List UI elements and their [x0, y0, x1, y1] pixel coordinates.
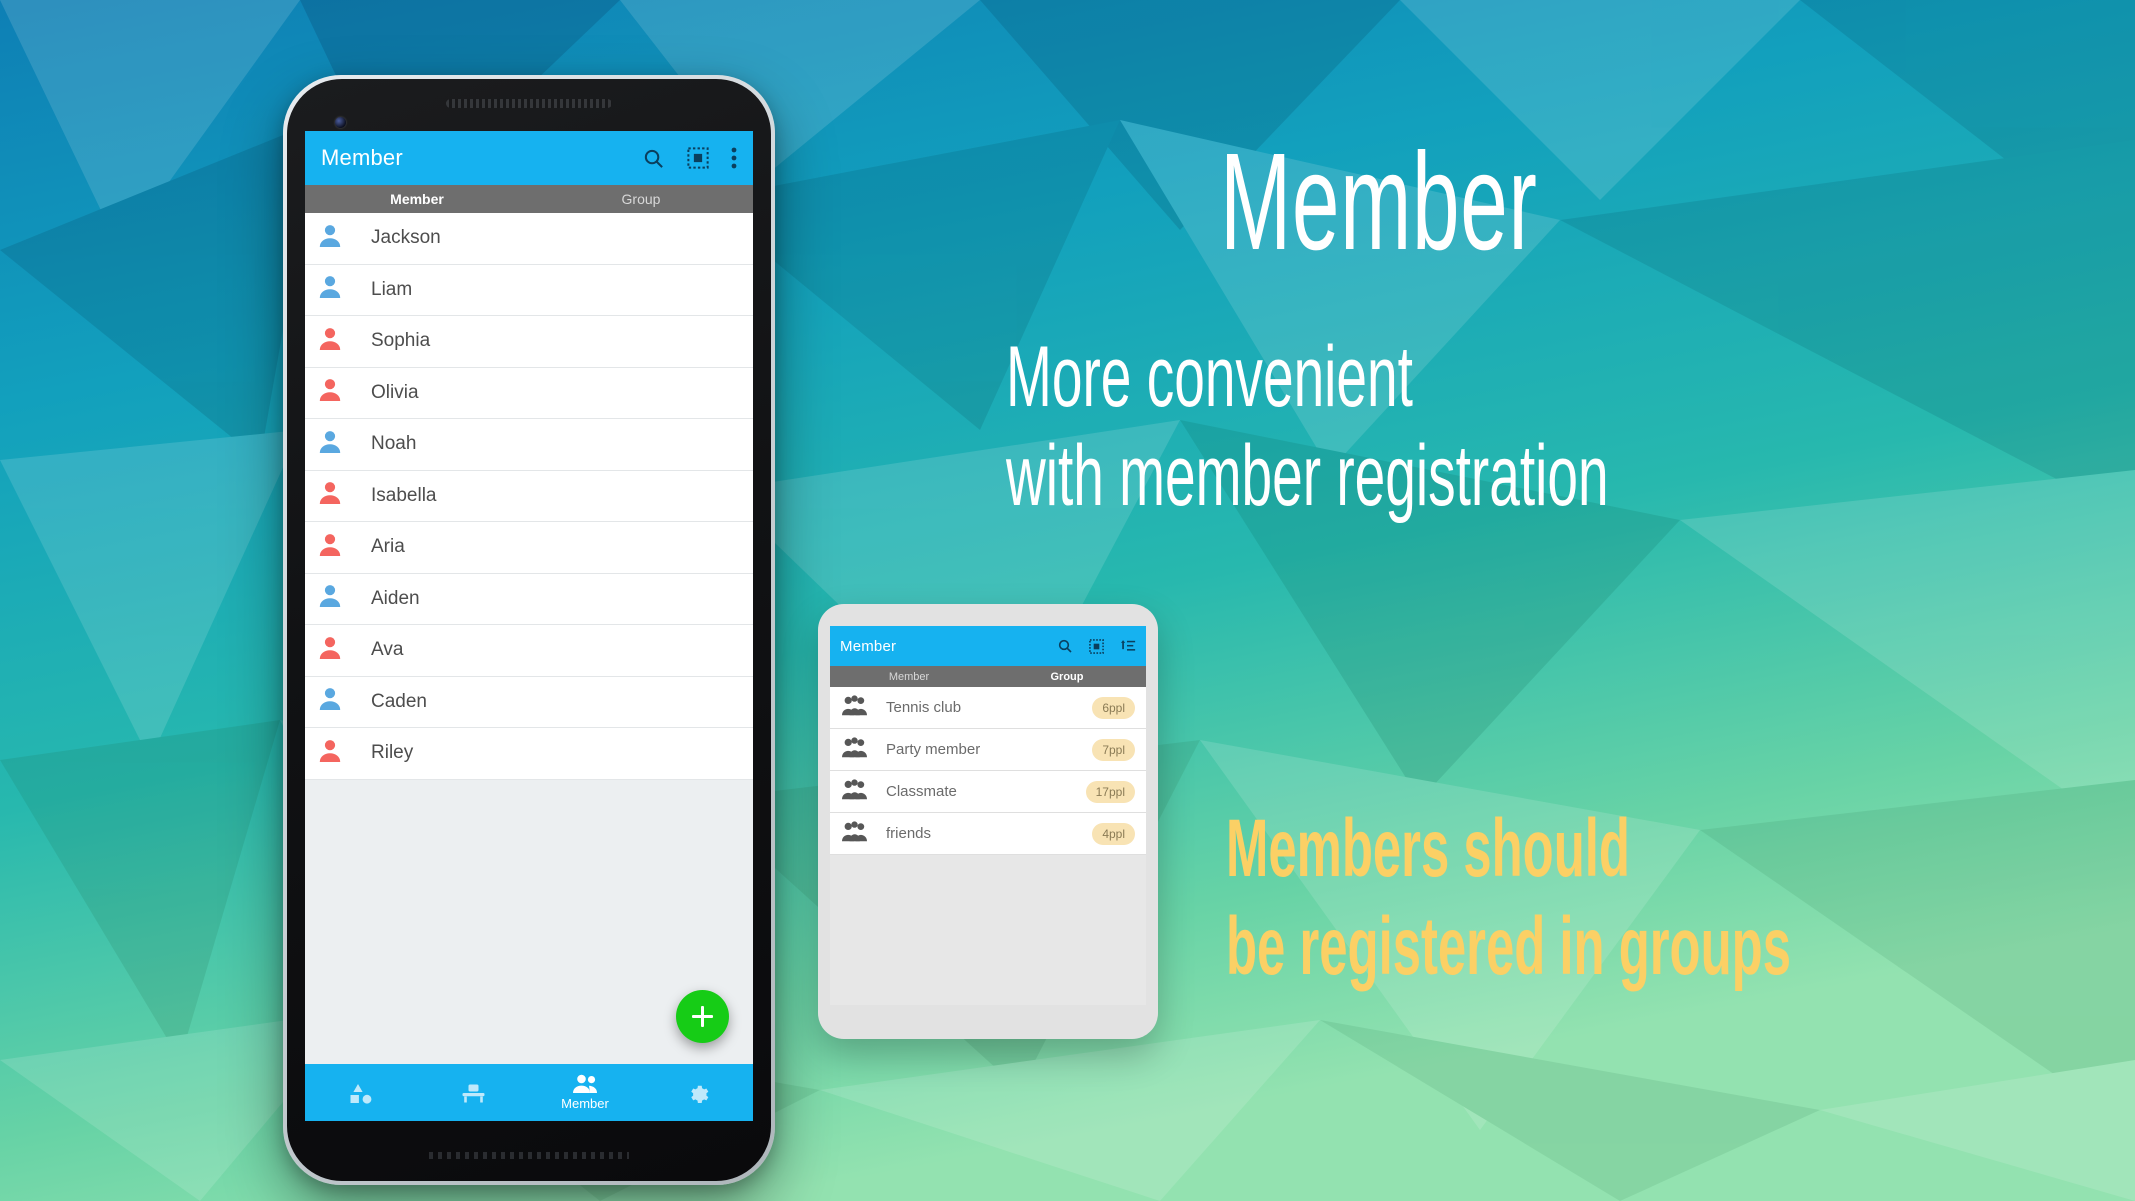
app-bar-group: Member: [830, 626, 1146, 666]
earpiece-speaker: [446, 99, 612, 108]
sort-icon[interactable]: [1120, 638, 1136, 654]
tab-group[interactable]: Group: [988, 666, 1146, 687]
group-row[interactable]: Party member 7ppl: [830, 729, 1146, 771]
person-icon: [319, 481, 341, 510]
select-all-icon[interactable]: [1089, 638, 1104, 654]
member-row[interactable]: Aiden: [305, 573, 753, 625]
promo-text: Members should be registered in groups: [1226, 800, 1791, 997]
app-bar-group-title: Member: [840, 637, 897, 655]
tab-bar: Member Group: [305, 185, 753, 213]
group-row[interactable]: Tennis club 6ppl: [830, 687, 1146, 729]
select-all-icon[interactable]: [687, 147, 709, 169]
tab-group[interactable]: Group: [529, 185, 753, 213]
group-list[interactable]: Tennis club 6ppl Party member 7ppl Classmate…: [830, 687, 1146, 1005]
tab-member[interactable]: Member: [830, 666, 988, 687]
member-name: Jackson: [371, 227, 441, 249]
group-count-badge: 4ppl: [1092, 822, 1135, 845]
member-name: Caden: [371, 690, 427, 712]
promo-line-1: Members should: [1226, 803, 1630, 894]
member-name: Aiden: [371, 587, 420, 609]
nav-item-settings[interactable]: [641, 1081, 753, 1104]
group-icon: [841, 778, 868, 805]
person-icon: [319, 584, 341, 613]
search-icon[interactable]: [1057, 638, 1073, 654]
group-count-badge: 17ppl: [1085, 780, 1135, 803]
person-icon: [319, 636, 341, 665]
group-count-badge: 6ppl: [1092, 696, 1135, 719]
member-name: Sophia: [371, 330, 431, 352]
add-member-fab[interactable]: [676, 990, 729, 1043]
nav-item-member-label: Member: [561, 1096, 609, 1111]
member-screen: Member Member Group Jackson Liam Sophia …: [305, 131, 753, 1121]
group-icon: [841, 694, 868, 721]
member-row[interactable]: Olivia: [305, 367, 753, 419]
person-icon: [319, 739, 341, 768]
subtitle-text: More convenient with member registration: [1006, 328, 1609, 526]
group-name: Tennis club: [886, 699, 962, 716]
group-name: Classmate: [886, 783, 957, 800]
person-icon: [319, 224, 341, 253]
group-count-badge: 7ppl: [1092, 738, 1135, 761]
phone-device-group: Member Member Group Tennis club 6ppl Par…: [818, 604, 1158, 1039]
group-name: Party member: [886, 741, 981, 758]
search-icon[interactable]: [642, 147, 665, 170]
nav-item-shapes[interactable]: [305, 1082, 417, 1104]
promo-line-2: be registered in groups: [1226, 901, 1792, 993]
app-bar-title: Member: [321, 145, 403, 170]
bottom-navigation: Member: [305, 1064, 753, 1121]
tab-member[interactable]: Member: [305, 185, 529, 213]
group-icon: [841, 736, 868, 763]
nav-item-table[interactable]: [417, 1082, 529, 1104]
member-row[interactable]: Jackson: [305, 213, 753, 265]
member-row[interactable]: Caden: [305, 676, 753, 728]
page-title: Member: [1220, 125, 1538, 279]
person-icon: [319, 378, 341, 407]
person-icon: [319, 327, 341, 356]
member-row[interactable]: Noah: [305, 419, 753, 471]
member-name: Aria: [371, 536, 405, 558]
member-name: Isabella: [371, 484, 437, 506]
overflow-menu-icon[interactable]: [731, 147, 737, 169]
member-name: Noah: [371, 433, 417, 455]
person-icon: [319, 687, 341, 716]
person-icon: [319, 275, 341, 304]
group-name: friends: [886, 825, 932, 842]
member-row[interactable]: Sophia: [305, 316, 753, 368]
group-row[interactable]: friends 4ppl: [830, 813, 1146, 855]
app-bar: Member: [305, 131, 753, 185]
phone-device-member: Member Member Group Jackson Liam Sophia …: [283, 75, 775, 1185]
bottom-speaker-grille: [429, 1152, 629, 1159]
member-name: Riley: [371, 742, 414, 764]
person-icon: [319, 430, 341, 459]
group-icon: [841, 820, 868, 847]
front-camera: [335, 117, 346, 128]
group-screen: Member Member Group Tennis club 6ppl Par…: [830, 626, 1146, 1005]
tab-bar-group: Member Group: [830, 666, 1146, 687]
member-name: Liam: [371, 278, 413, 300]
member-list[interactable]: Jackson Liam Sophia Olivia Noah Isabella Aria A…: [305, 213, 753, 1064]
member-row[interactable]: Aria: [305, 522, 753, 574]
member-name: Ava: [371, 639, 404, 661]
person-icon: [319, 533, 341, 562]
nav-item-member[interactable]: Member: [529, 1074, 641, 1111]
subtitle-line-1: More convenient: [1006, 329, 1413, 425]
subtitle-line-2: with member registration: [1006, 427, 1609, 524]
member-name: Olivia: [371, 381, 419, 403]
member-row[interactable]: Riley: [305, 728, 753, 780]
member-row[interactable]: Liam: [305, 264, 753, 316]
member-row[interactable]: Ava: [305, 625, 753, 677]
group-row[interactable]: Classmate 17ppl: [830, 771, 1146, 813]
member-row[interactable]: Isabella: [305, 470, 753, 522]
